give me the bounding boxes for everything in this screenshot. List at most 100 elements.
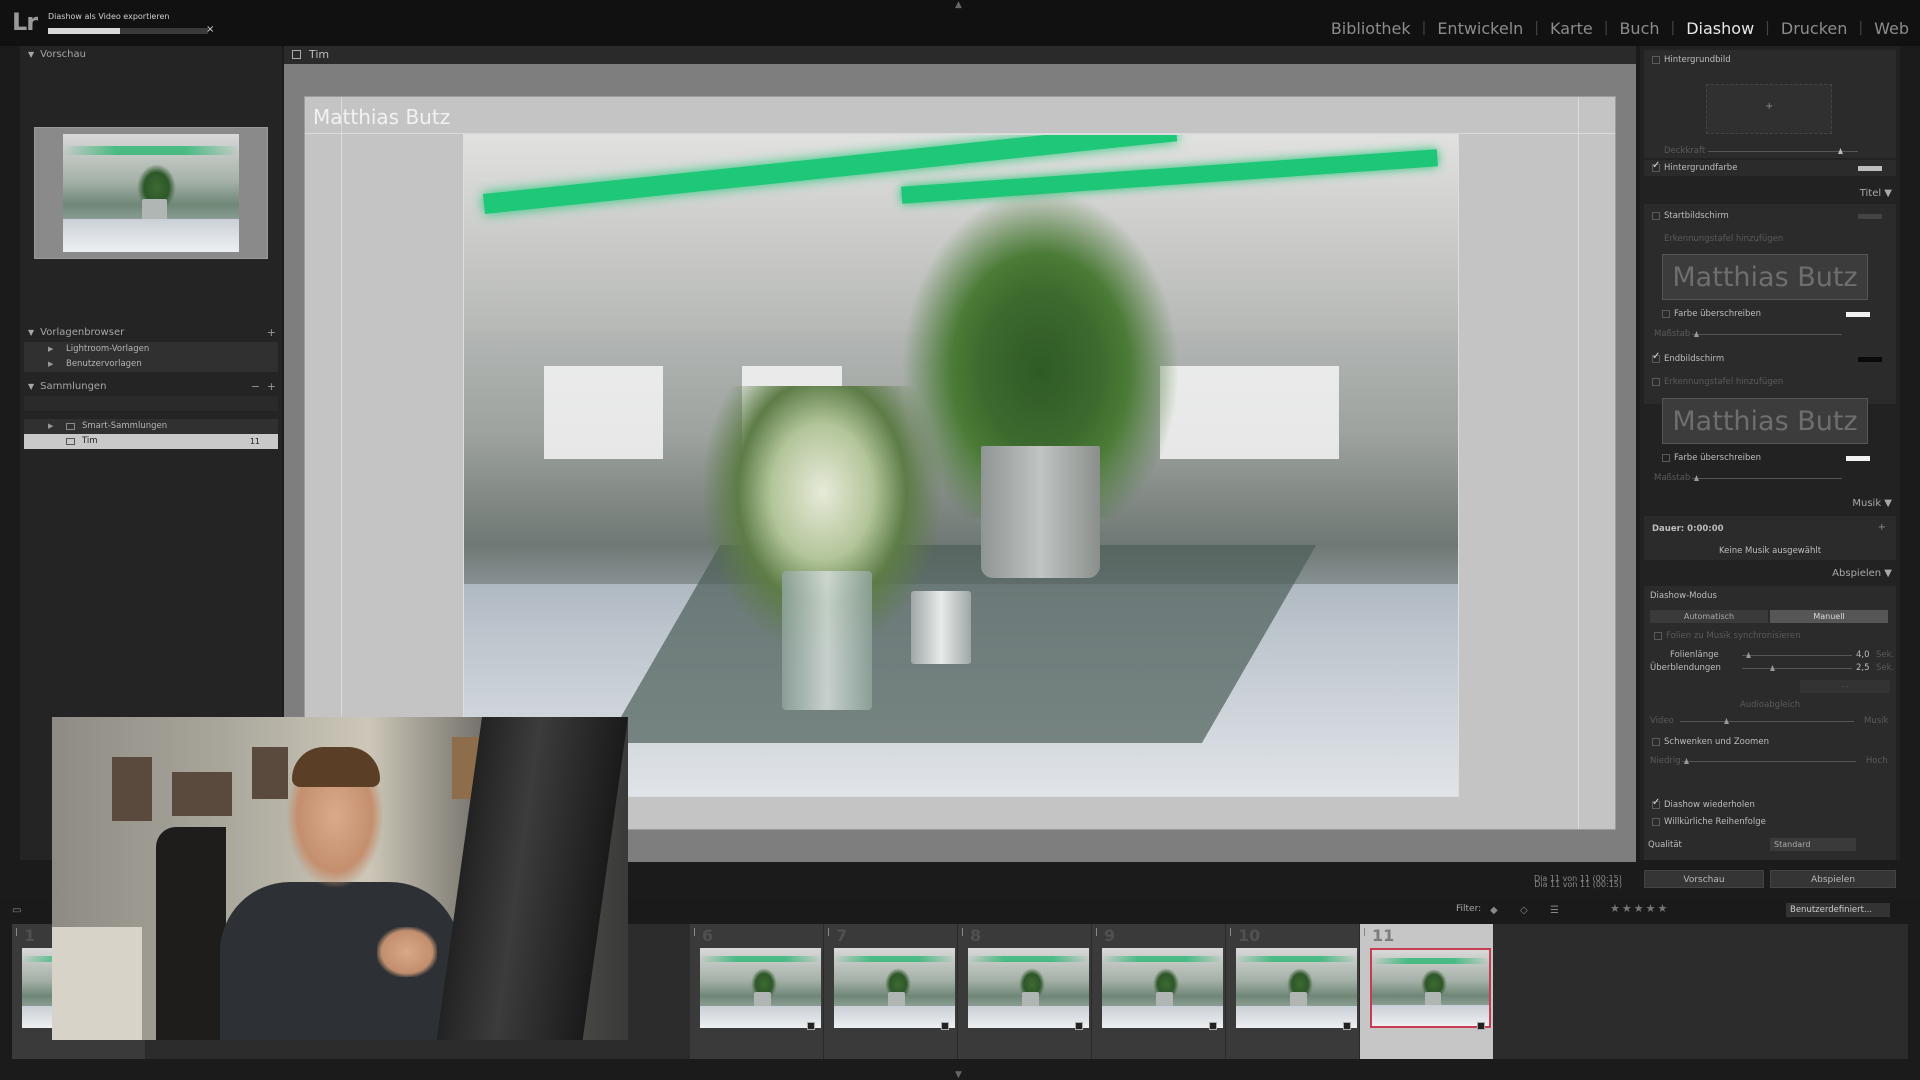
layout-guide[interactable] bbox=[1578, 97, 1579, 829]
flag-icon[interactable] bbox=[694, 928, 700, 936]
add-template-icon[interactable]: + bbox=[267, 324, 276, 342]
rating-filter[interactable]: ★★★★★ bbox=[1610, 902, 1669, 915]
filter-preset-select[interactable]: Benutzerdefiniert... bbox=[1786, 903, 1890, 917]
export-progress-bar bbox=[48, 28, 208, 34]
slide-photo[interactable] bbox=[463, 134, 1459, 797]
filmstrip-cell[interactable]: 11 bbox=[1360, 924, 1494, 1059]
slide-length-value[interactable]: 4,0 bbox=[1856, 650, 1870, 660]
ending-screen-checkbox[interactable] bbox=[1652, 351, 1660, 363]
quality-select[interactable]: Standard bbox=[1770, 838, 1856, 851]
module-buch[interactable]: Buch bbox=[1608, 19, 1670, 38]
module-entwickeln[interactable]: Entwickeln bbox=[1426, 19, 1534, 38]
template-folder-user[interactable]: ▶ Benutzervorlagen bbox=[24, 357, 278, 372]
override-color-swatch[interactable] bbox=[1846, 456, 1870, 461]
module-web[interactable]: Web bbox=[1863, 19, 1920, 38]
playback-section-header[interactable]: Abspielen ▼ bbox=[1832, 568, 1892, 579]
intro-screen-checkbox[interactable] bbox=[1652, 212, 1660, 220]
flag-icon[interactable] bbox=[962, 928, 968, 936]
editor-header: Tim bbox=[284, 46, 1636, 64]
module-diashow[interactable]: Diashow bbox=[1675, 19, 1765, 38]
ending-identity-plate[interactable]: Matthias Butz bbox=[1662, 398, 1868, 444]
add-collection-icon[interactable]: + bbox=[267, 378, 276, 396]
background-color-swatch[interactable] bbox=[1858, 166, 1882, 171]
filmstrip-cell[interactable]: 6 bbox=[690, 924, 824, 1059]
intro-identity-plate[interactable]: Matthias Butz bbox=[1662, 254, 1868, 300]
pan-zoom-slider[interactable] bbox=[1682, 761, 1856, 762]
intro-color-swatch[interactable] bbox=[1858, 214, 1882, 219]
title-section-header[interactable]: Titel ▼ bbox=[1860, 188, 1892, 199]
display-icon[interactable]: ▭ bbox=[12, 905, 21, 916]
collections-header[interactable]: ▼ Sammlungen − + bbox=[20, 378, 282, 396]
collection-tim[interactable]: Tim 11 bbox=[24, 434, 278, 449]
flag-icon[interactable] bbox=[1096, 928, 1102, 936]
flag-icon[interactable] bbox=[1230, 928, 1236, 936]
grid-filter-icon[interactable]: ☰ bbox=[1550, 905, 1559, 916]
template-folder-lightroom[interactable]: ▶ Lightroom-Vorlagen bbox=[24, 342, 278, 357]
module-drucken[interactable]: Drucken bbox=[1770, 19, 1859, 38]
intro-override-color-checkbox[interactable] bbox=[1662, 310, 1670, 318]
opacity-slider[interactable] bbox=[1708, 151, 1858, 152]
ending-override-color-checkbox[interactable] bbox=[1662, 454, 1670, 462]
pan-zoom-checkbox[interactable] bbox=[1652, 738, 1660, 746]
filmstrip-cell[interactable]: 9 bbox=[1092, 924, 1226, 1059]
flag-icon[interactable] bbox=[1364, 928, 1370, 936]
unflag-filter-icon[interactable]: ◇ bbox=[1520, 905, 1528, 916]
filmstrip-thumbnail[interactable] bbox=[968, 948, 1089, 1028]
right-panel: Hintergrundbild + Deckkraft Hintergrundf… bbox=[1640, 46, 1900, 888]
scale-slider[interactable] bbox=[1692, 334, 1842, 335]
cancel-export-icon[interactable]: × bbox=[206, 24, 214, 35]
remove-collection-icon[interactable]: − bbox=[251, 378, 260, 396]
template-browser-header[interactable]: ▼ Vorlagenbrowser + bbox=[20, 324, 282, 342]
override-color-swatch[interactable] bbox=[1846, 312, 1870, 317]
fit-to-music-button[interactable]: ⋯ bbox=[1800, 680, 1890, 693]
background-image-checkbox[interactable] bbox=[1652, 56, 1660, 64]
ending-color-swatch[interactable] bbox=[1858, 357, 1882, 362]
playback-section: Diashow-Modus Automatisch Manuell Folien… bbox=[1644, 586, 1896, 810]
mode-automatic-button[interactable]: Automatisch bbox=[1650, 610, 1768, 623]
transition-value[interactable]: 2,5 bbox=[1856, 663, 1870, 673]
scale-slider[interactable] bbox=[1692, 478, 1842, 479]
top-bar: Lr Diashow als Video exportieren × ▲ Bib… bbox=[0, 0, 1920, 46]
flag-icon[interactable] bbox=[16, 928, 22, 936]
slide-length-slider[interactable] bbox=[1742, 655, 1852, 656]
add-music-icon[interactable]: + bbox=[1878, 522, 1886, 533]
flag-filter-icon[interactable]: ◆ bbox=[1490, 905, 1498, 916]
audio-balance-video-label: Video bbox=[1650, 716, 1674, 726]
slide-length-label: Folienlänge bbox=[1670, 650, 1719, 660]
collections-filter-row bbox=[24, 396, 278, 411]
filmstrip-thumbnail[interactable] bbox=[1102, 948, 1223, 1028]
filmstrip-thumbnail[interactable] bbox=[700, 948, 821, 1028]
filmstrip-thumbnail[interactable] bbox=[1370, 948, 1491, 1028]
transition-slider[interactable] bbox=[1742, 668, 1852, 669]
module-bibliothek[interactable]: Bibliothek bbox=[1320, 19, 1422, 38]
filmstrip-cell[interactable]: 8 bbox=[958, 924, 1092, 1059]
playback-options: Diashow wiederholen Willkürliche Reihenf… bbox=[1644, 796, 1896, 860]
music-section-header[interactable]: Musik ▼ bbox=[1852, 498, 1892, 509]
filmstrip-thumbnail[interactable] bbox=[1236, 948, 1357, 1028]
repeat-slideshow-checkbox[interactable] bbox=[1652, 797, 1660, 809]
slide-identity-plate[interactable]: Matthias Butz bbox=[313, 105, 450, 129]
background-image-well[interactable]: + bbox=[1706, 84, 1832, 134]
collection-smart[interactable]: ▶ Smart-Sammlungen bbox=[24, 419, 278, 434]
module-karte[interactable]: Karte bbox=[1539, 19, 1604, 38]
random-order-checkbox[interactable] bbox=[1652, 818, 1660, 826]
collapse-top-icon[interactable]: ▲ bbox=[955, 0, 962, 10]
ending-identity-checkbox[interactable] bbox=[1652, 378, 1660, 386]
filmstrip-thumbnail[interactable] bbox=[834, 948, 955, 1028]
collapse-icon: ▼ bbox=[28, 328, 35, 337]
flag-icon[interactable] bbox=[828, 928, 834, 936]
background-color-checkbox[interactable] bbox=[1652, 160, 1660, 172]
play-button[interactable]: Abspielen bbox=[1770, 870, 1896, 888]
filmstrip-cell[interactable]: 7 bbox=[824, 924, 958, 1059]
sync-slides-checkbox[interactable] bbox=[1654, 632, 1662, 640]
mode-manual-button[interactable]: Manuell bbox=[1770, 610, 1888, 623]
collapse-bottom-icon[interactable]: ▼ bbox=[955, 1070, 962, 1080]
audio-balance-slider[interactable] bbox=[1680, 721, 1854, 722]
cell-number: 10 bbox=[1238, 926, 1261, 945]
lightroom-logo: Lr bbox=[12, 8, 38, 36]
filmstrip-cell[interactable]: 10 bbox=[1226, 924, 1360, 1059]
audio-balance-music-label: Musik bbox=[1864, 716, 1889, 726]
preview-button[interactable]: Vorschau bbox=[1644, 870, 1764, 888]
preview-panel-header[interactable]: ▼ Vorschau bbox=[20, 46, 282, 64]
section-title: Musik bbox=[1852, 498, 1882, 509]
